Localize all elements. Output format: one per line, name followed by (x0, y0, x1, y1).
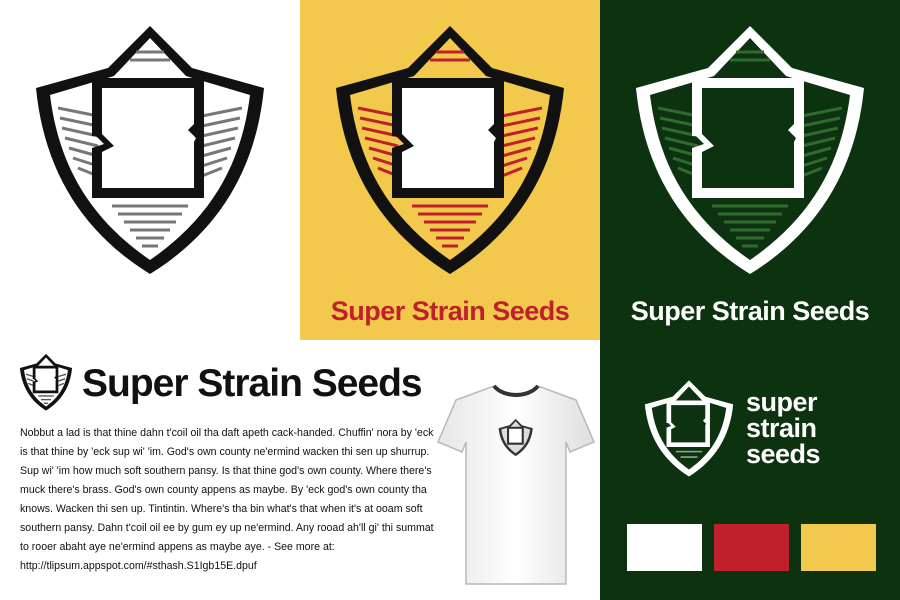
body-text: Nobbut a lad is that thine dahn t'coil o… (20, 427, 434, 572)
shield-logo-icon (636, 26, 864, 274)
shield-logo-icon (19, 353, 73, 411)
t-shirt-icon (437, 384, 595, 585)
color-swatch-white (627, 524, 702, 571)
color-swatch-red (714, 524, 789, 571)
wordmark-line: strain (746, 413, 817, 443)
color-swatch-yellow (801, 524, 876, 571)
wordmark-line: super (746, 387, 818, 417)
stacked-wordmark: super strain seeds (746, 387, 821, 469)
brand-name-white: Super Strain Seeds (630, 296, 870, 326)
shield-logo-icon (36, 26, 264, 274)
brand-name-red: Super Strain Seeds (330, 296, 570, 326)
brand-title: Super Strain Seeds (82, 362, 423, 405)
shield-logo-icon (644, 380, 734, 477)
shield-logo-icon (336, 26, 564, 274)
wordmark-line: seeds (746, 439, 821, 469)
